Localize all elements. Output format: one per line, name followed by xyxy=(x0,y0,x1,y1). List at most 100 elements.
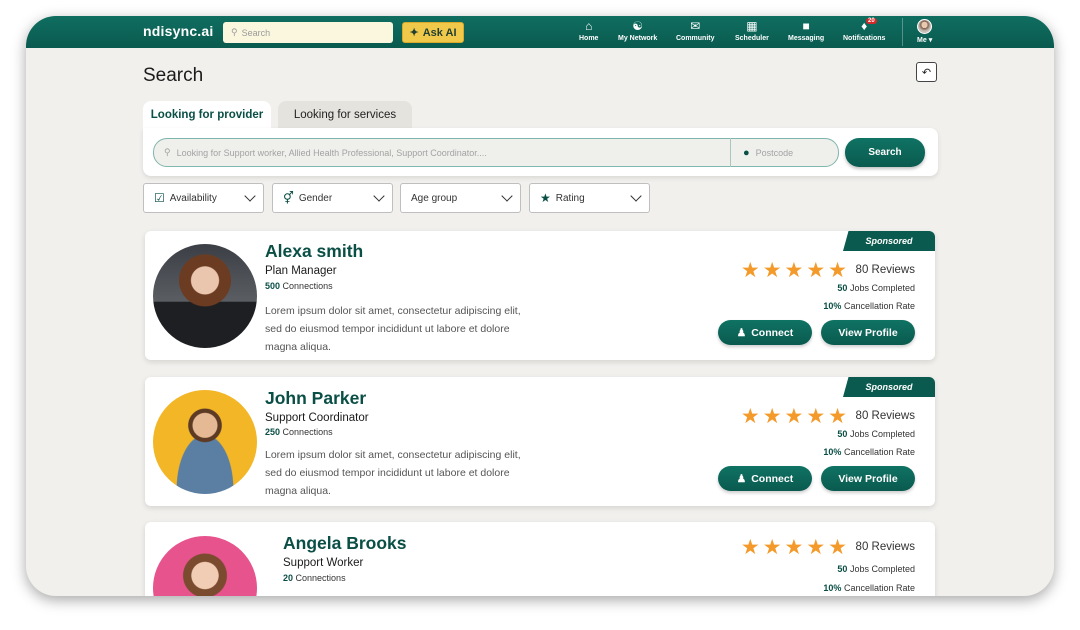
jobs-count: 50 xyxy=(837,429,848,439)
search-panel: ⚲ Looking for Support worker, Allied Hea… xyxy=(143,128,938,176)
star-icon: ★ xyxy=(762,405,782,428)
ask-ai-button[interactable]: ✦ Ask AI xyxy=(402,22,464,43)
nav-scheduler-label: Scheduler xyxy=(735,35,769,42)
nav-my-network[interactable]: ☯ My Network xyxy=(618,19,657,42)
nav-community[interactable]: ✉ Community xyxy=(676,19,715,42)
chevron-down-icon: ▾ xyxy=(928,37,933,44)
provider-name[interactable]: Alexa smith xyxy=(265,241,363,262)
provider-card: Sponsored John Parker Support Coordinato… xyxy=(145,377,935,506)
star-icon: ★ xyxy=(784,259,804,282)
postcode-input[interactable]: ● Postcode xyxy=(730,138,838,167)
filter-age-group[interactable]: Age group xyxy=(400,183,521,213)
nav-divider xyxy=(902,18,903,46)
global-search-input[interactable]: ⚲ Search xyxy=(223,22,393,43)
provider-description: Lorem ipsum dolor sit amet, consectetur … xyxy=(265,449,521,497)
postcode-placeholder: Postcode xyxy=(755,147,794,158)
star-icon: ★ xyxy=(828,259,847,282)
jobs-label: Jobs Completed xyxy=(849,429,915,439)
connect-button[interactable]: ♟ Connect xyxy=(718,320,812,345)
jobs-label: Jobs Completed xyxy=(849,283,915,293)
connections-count: 20 xyxy=(283,573,294,583)
star-icon: ★ xyxy=(828,536,847,559)
nav-messaging[interactable]: ■ Messaging xyxy=(788,19,824,42)
jobs-label: Jobs Completed xyxy=(849,564,915,574)
jobs-completed: 50 Jobs Completed xyxy=(837,283,915,293)
nav-me[interactable]: Me ▾ xyxy=(917,19,932,44)
search-button[interactable]: Search xyxy=(845,138,925,167)
search-icon: ⚲ xyxy=(164,147,171,157)
cancel-value: 10% xyxy=(823,447,842,457)
star-icon: ★ xyxy=(740,536,760,559)
star-icon: ★ xyxy=(762,259,782,282)
back-button[interactable]: ↶ xyxy=(916,62,937,82)
provider-name[interactable]: Angela Brooks xyxy=(283,533,407,554)
star-icon: ★ xyxy=(540,191,551,205)
logo[interactable]: ndisync.ai xyxy=(143,23,213,39)
filter-age-group-label: Age group xyxy=(411,192,458,204)
messaging-icon: ■ xyxy=(802,19,810,33)
connect-button[interactable]: ♟ Connect xyxy=(718,466,812,491)
filter-availability[interactable]: ☑ Availability xyxy=(143,183,264,213)
provider-card: Angela Brooks Support Worker 20 Connecti… xyxy=(145,522,935,596)
connect-label: Connect xyxy=(751,326,794,339)
back-arrow-icon: ↶ xyxy=(921,66,932,79)
connections-count: 250 xyxy=(265,427,281,437)
nav-notifications-label: Notifications xyxy=(843,35,886,42)
star-icon: ★ xyxy=(806,536,826,559)
provider-card: Sponsored Alexa smith Plan Manager 500 C… xyxy=(145,231,935,360)
star-icon: ★ xyxy=(784,405,804,428)
reviews-count[interactable]: 80 Reviews xyxy=(856,541,915,553)
rating-stars: ★ ★ ★ ★ ★ xyxy=(741,406,847,427)
jobs-count: 50 xyxy=(837,564,848,574)
avatar xyxy=(917,19,933,34)
gender-icon: ⚥ xyxy=(283,191,294,205)
reviews-count[interactable]: 80 Reviews xyxy=(856,410,915,422)
cancellation-rate: 10% Cancellation Rate xyxy=(823,447,915,457)
chevron-down-icon xyxy=(373,190,385,202)
provider-connections: 500 Connections xyxy=(265,281,333,291)
view-profile-button[interactable]: View Profile xyxy=(821,320,915,345)
add-user-icon: ♟ xyxy=(736,326,747,339)
filter-gender[interactable]: ⚥ Gender xyxy=(272,183,393,213)
provider-connections: 20 Connections xyxy=(283,573,346,583)
notifications-badge: 20 xyxy=(866,18,877,24)
chevron-down-icon xyxy=(630,190,642,202)
star-icon: ★ xyxy=(740,259,760,282)
nav-notifications[interactable]: ♦ 20 Notifications xyxy=(843,18,886,42)
rating-stars: ★ ★ ★ ★ ★ xyxy=(741,260,847,281)
chevron-down-icon xyxy=(501,190,513,202)
provider-connections: 250 Connections xyxy=(265,427,333,437)
star-icon: ★ xyxy=(784,536,804,559)
ask-ai-label: Ask AI xyxy=(422,26,457,39)
star-icon: ★ xyxy=(806,259,826,282)
jobs-completed: 50 Jobs Completed xyxy=(837,564,915,574)
nav-scheduler[interactable]: ▦ Scheduler xyxy=(735,19,769,42)
top-navbar: ndisync.ai ⚲ Search ✦ Ask AI ⌂ Home ☯ My… xyxy=(26,16,1054,48)
nav-messaging-label: Messaging xyxy=(788,35,825,42)
star-icon: ★ xyxy=(806,405,826,428)
sponsored-badge: Sponsored xyxy=(843,231,935,251)
search-icon: ⚲ xyxy=(231,27,238,37)
nav-home[interactable]: ⌂ Home xyxy=(579,19,598,42)
cancellation-rate: 10% Cancellation Rate xyxy=(823,301,915,311)
nav-me-label: Me xyxy=(917,37,927,44)
view-profile-button[interactable]: View Profile xyxy=(821,466,915,491)
add-user-icon: ♟ xyxy=(736,472,747,485)
tab-looking-for-provider[interactable]: Looking for provider xyxy=(143,101,271,129)
filter-availability-label: Availability xyxy=(169,192,217,204)
cancel-value: 10% xyxy=(823,301,842,311)
star-icon: ★ xyxy=(828,405,847,428)
global-search-placeholder: Search xyxy=(241,27,271,38)
provider-photo[interactable] xyxy=(153,244,257,348)
reviews-count[interactable]: 80 Reviews xyxy=(856,264,915,276)
provider-photo[interactable] xyxy=(153,536,257,596)
provider-photo[interactable] xyxy=(153,390,257,494)
cancel-value: 10% xyxy=(823,583,842,593)
jobs-completed: 50 Jobs Completed xyxy=(837,429,915,439)
cancel-label: Cancellation Rate xyxy=(843,583,915,593)
provider-name[interactable]: John Parker xyxy=(265,388,366,409)
tab-looking-for-services[interactable]: Looking for services xyxy=(278,101,412,129)
cancellation-rate: 10% Cancellation Rate xyxy=(823,583,915,593)
filter-rating[interactable]: ★ Rating xyxy=(529,183,650,213)
sponsored-badge: Sponsored xyxy=(843,377,935,397)
